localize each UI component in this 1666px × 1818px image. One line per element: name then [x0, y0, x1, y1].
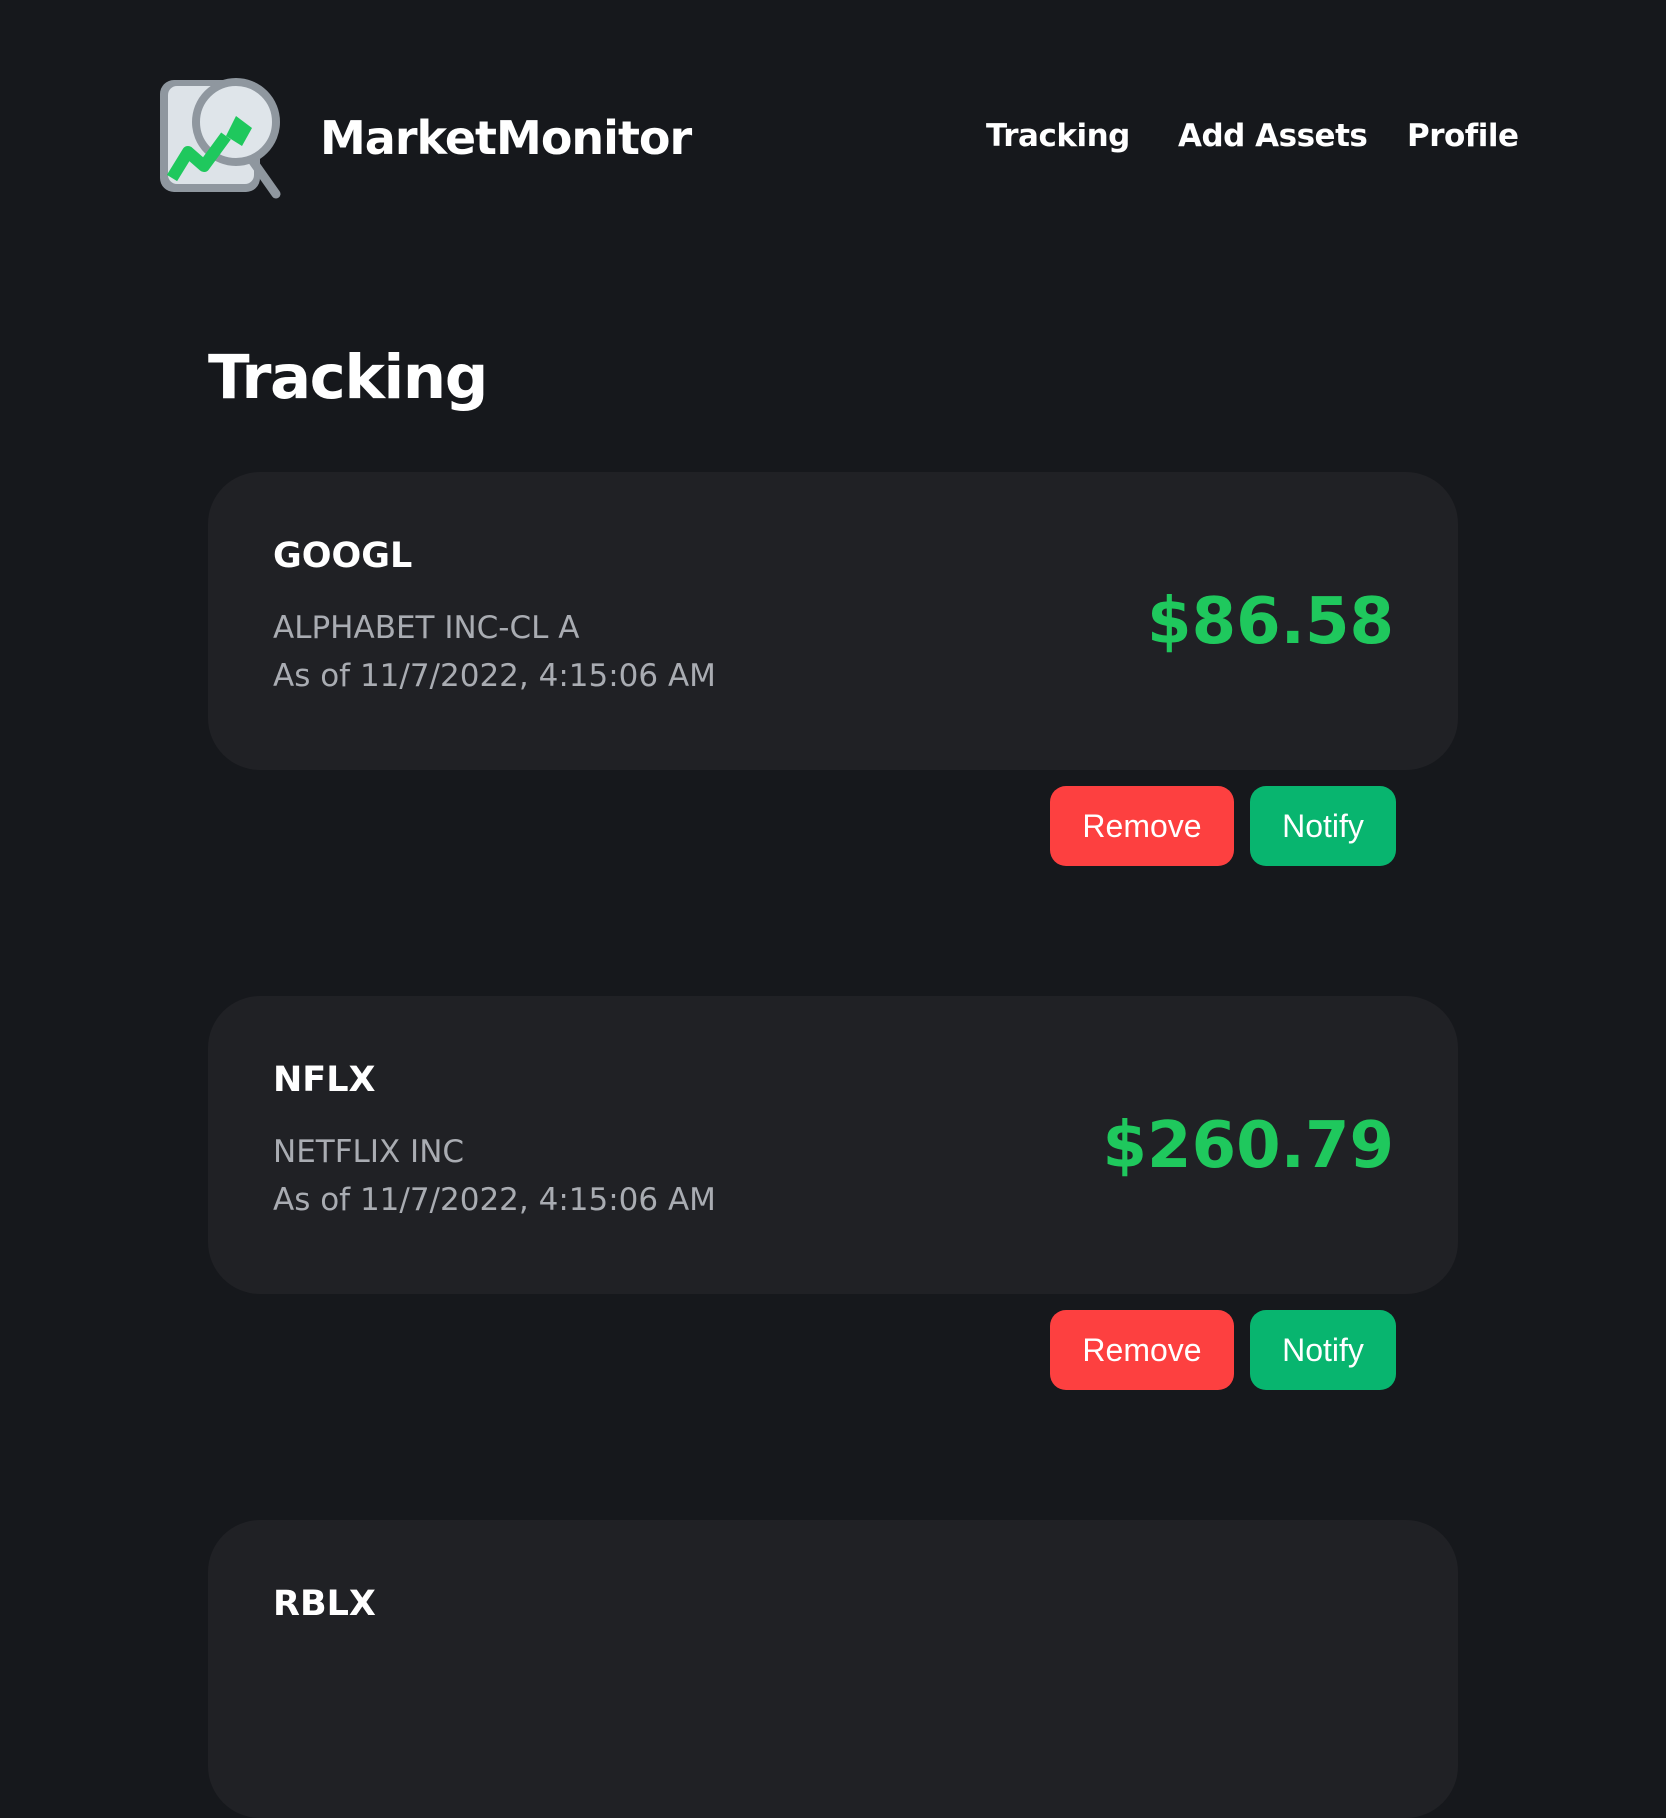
page-title: Tracking — [208, 342, 488, 413]
notify-button[interactable]: Notify — [1250, 786, 1396, 866]
nav-profile[interactable]: Profile — [1407, 116, 1519, 156]
asset-company-name: NETFLIX INC — [273, 1134, 465, 1170]
asset-ticker: GOOGL — [273, 536, 413, 576]
chart-magnifier-icon[interactable] — [158, 72, 290, 200]
asset-card: GOOGL ALPHABET INC-CL A As of 11/7/2022,… — [208, 472, 1458, 770]
asset-entry: GOOGL ALPHABET INC-CL A As of 11/7/2022,… — [208, 472, 1458, 866]
asset-entry: RBLX — [208, 1520, 1458, 1818]
asset-timestamp: As of 11/7/2022, 4:15:06 AM — [273, 658, 716, 694]
remove-button[interactable]: Remove — [1050, 1310, 1234, 1390]
asset-ticker: NFLX — [273, 1060, 376, 1100]
asset-timestamp: As of 11/7/2022, 4:15:06 AM — [273, 1182, 716, 1218]
asset-ticker: RBLX — [273, 1584, 376, 1624]
remove-button[interactable]: Remove — [1050, 786, 1234, 866]
asset-price: $86.58 — [1147, 585, 1394, 659]
site-header: MarketMonitor Tracking Add Assets Profil… — [0, 0, 1666, 240]
asset-company-name: ALPHABET INC-CL A — [273, 610, 580, 646]
brand-name[interactable]: MarketMonitor — [320, 108, 692, 168]
asset-entry: NFLX NETFLIX INC As of 11/7/2022, 4:15:0… — [208, 996, 1458, 1390]
notify-button[interactable]: Notify — [1250, 1310, 1396, 1390]
asset-card: NFLX NETFLIX INC As of 11/7/2022, 4:15:0… — [208, 996, 1458, 1294]
asset-card: RBLX — [208, 1520, 1458, 1818]
nav-add-assets[interactable]: Add Assets — [1178, 116, 1368, 156]
asset-price: $260.79 — [1102, 1109, 1395, 1183]
nav-tracking[interactable]: Tracking — [986, 116, 1130, 156]
